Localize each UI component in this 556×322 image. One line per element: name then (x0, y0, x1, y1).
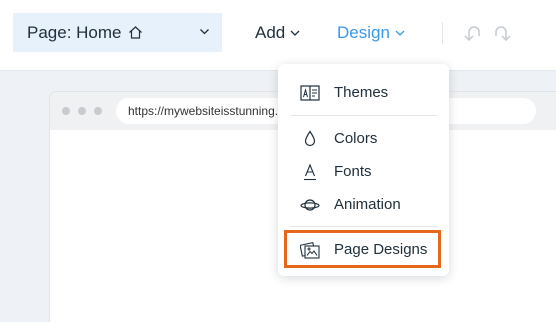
window-dot (94, 107, 102, 115)
home-icon (128, 26, 142, 39)
menu-divider (290, 226, 437, 227)
chevron-down-icon (200, 29, 209, 35)
page-selector-dropdown[interactable]: Page: Home (13, 13, 222, 52)
menu-item-animation[interactable]: Animation (278, 189, 449, 221)
menu-item-label: Animation (334, 196, 401, 213)
menu-divider (290, 115, 437, 116)
planet-icon (300, 199, 320, 211)
window-dot (62, 107, 70, 115)
menu-item-label: Themes (334, 84, 389, 101)
chevron-down-icon (395, 30, 405, 36)
themes-icon (300, 85, 320, 101)
chevron-down-icon (290, 30, 300, 36)
design-menu-button[interactable]: Design (337, 20, 405, 46)
design-menu-label: Design (337, 23, 390, 42)
menu-item-colors[interactable]: Colors (278, 123, 449, 155)
menu-item-themes[interactable]: Themes (278, 77, 449, 109)
add-menu-label: Add (255, 23, 286, 42)
window-dot (78, 107, 86, 115)
toolbar-divider (442, 22, 443, 44)
droplet-icon (304, 130, 316, 147)
menu-item-fonts[interactable]: Fonts (278, 156, 449, 188)
page-selector-label: Page: Home (27, 22, 122, 42)
redo-icon[interactable] (492, 24, 512, 42)
page-designs-highlight-box (284, 230, 441, 268)
undo-icon[interactable] (463, 24, 483, 42)
add-menu-button[interactable]: Add (255, 20, 300, 46)
menu-item-label: Fonts (334, 163, 372, 180)
font-icon (304, 163, 316, 181)
menu-item-label: Colors (334, 130, 378, 147)
top-toolbar: Page: Home Add Design (0, 0, 556, 71)
